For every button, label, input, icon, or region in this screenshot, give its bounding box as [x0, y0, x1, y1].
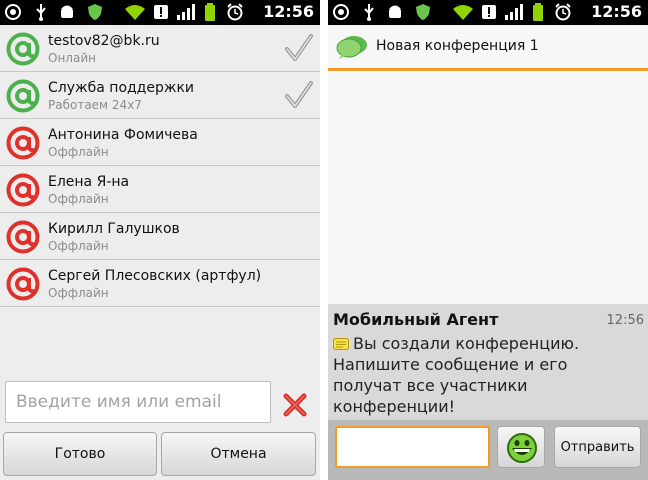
offline-at-icon [6, 126, 40, 160]
conference-chat-icon [336, 36, 367, 59]
status-bar: 12:56 [328, 0, 648, 25]
contact-row[interactable]: Служба поддержки Работаем 24х7 [0, 72, 320, 119]
contact-status: Оффлайн [48, 145, 109, 159]
checkmark-icon[interactable] [284, 33, 314, 63]
notification-icon [154, 5, 168, 19]
online-at-icon [6, 79, 40, 113]
wifi-icon [453, 5, 473, 20]
message-body: Вы создали конференцию. Напишите сообщен… [333, 333, 638, 417]
send-button[interactable]: Отправить [554, 426, 641, 468]
system-message: Мобильный Агент 12:56 Вы создали конфере… [328, 304, 648, 420]
contact-row[interactable]: Сергей Плесовских (артфул) Оффлайн [0, 260, 320, 307]
status-time: 12:56 [263, 2, 314, 21]
offline-at-icon [6, 220, 40, 254]
message-input-bar: Отправить [328, 420, 648, 480]
contact-name: Служба поддержки [48, 80, 195, 96]
offline-at-icon [6, 173, 40, 207]
contact-row[interactable]: testov82@bk.ru Онлайн [0, 25, 320, 72]
clear-icon[interactable] [281, 391, 309, 419]
done-button[interactable]: Готово [3, 432, 157, 476]
contact-name: testov82@bk.ru [48, 33, 160, 49]
contact-name: Елена Я-на [48, 174, 130, 190]
search-input[interactable] [5, 381, 271, 423]
offline-at-icon [6, 267, 40, 301]
shield-icon [416, 4, 430, 20]
status-time: 12:56 [591, 2, 642, 21]
message-text: Вы создали конференцию. Напишите сообщен… [333, 334, 580, 416]
message-input[interactable] [335, 426, 490, 468]
signal-icon [177, 4, 195, 20]
grin-smiley-icon [507, 433, 537, 463]
contact-picker-screen: 12:56 testov82@bk.ru Онлайн Служба подде… [0, 0, 320, 480]
contact-name: Антонина Фомичева [48, 127, 198, 143]
contact-name: Кирилл Галушков [48, 221, 180, 237]
contact-list: testov82@bk.ru Онлайн Служба поддержки Р… [0, 25, 320, 307]
agent-icon [5, 4, 21, 20]
contact-status: Онлайн [48, 51, 96, 65]
contact-row[interactable]: Елена Я-на Оффлайн [0, 166, 320, 213]
message-icon [333, 338, 349, 350]
message-time: 12:56 [606, 313, 644, 328]
checkmark-icon[interactable] [284, 80, 314, 110]
contact-row[interactable]: Антонина Фомичева Оффлайн [0, 119, 320, 166]
contact-status: Работаем 24х7 [48, 98, 142, 112]
notification-icon [482, 5, 496, 19]
usb-icon [36, 4, 46, 21]
contact-status: Оффлайн [48, 239, 109, 253]
alarm-icon [227, 3, 243, 21]
online-at-icon [6, 32, 40, 66]
chat-history[interactable] [328, 71, 648, 304]
message-sender: Мобильный Агент [333, 310, 499, 329]
alarm-icon [555, 3, 571, 21]
android-debug-icon [61, 5, 73, 18]
conference-screen: 12:56 Новая конференция 1 Мобильный Аген… [328, 0, 648, 480]
signal-icon [505, 4, 523, 20]
battery-icon [533, 3, 543, 21]
contact-status: Оффлайн [48, 286, 109, 300]
contact-name: Сергей Плесовских (артфул) [48, 268, 262, 284]
usb-icon [364, 4, 374, 21]
cancel-button[interactable]: Отмена [161, 432, 316, 476]
shield-icon [88, 4, 102, 20]
contact-row[interactable]: Кирилл Галушков Оффлайн [0, 213, 320, 260]
android-debug-icon [389, 5, 401, 18]
contact-status: Оффлайн [48, 192, 109, 206]
agent-icon [333, 4, 349, 20]
emoji-button[interactable] [497, 426, 545, 468]
conference-title: Новая конференция 1 [376, 38, 539, 54]
conference-header: Новая конференция 1 [328, 25, 648, 71]
status-bar: 12:56 [0, 0, 320, 25]
battery-icon [205, 3, 215, 21]
wifi-icon [125, 5, 145, 20]
